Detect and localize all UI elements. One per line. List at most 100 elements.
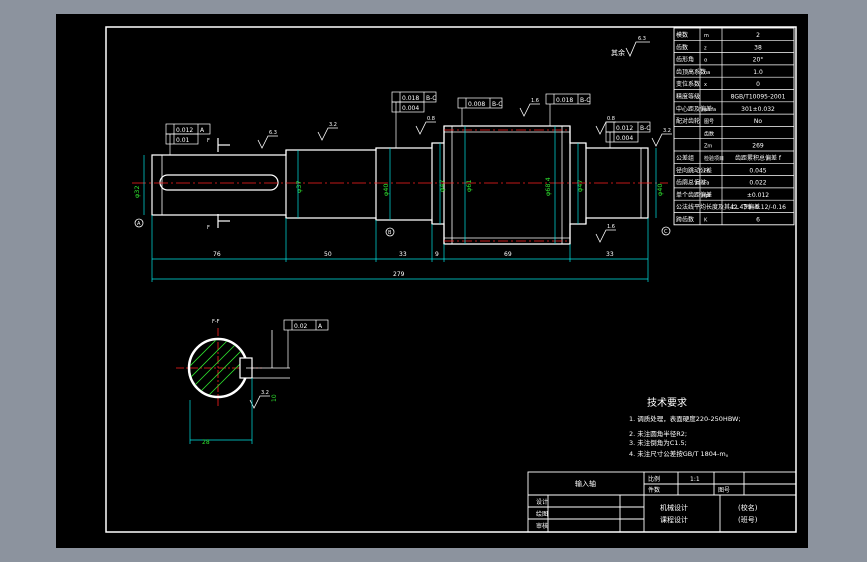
param-value-7: No (754, 118, 762, 125)
param-value-1: 38 (754, 44, 762, 51)
param-sym-13: fpt (704, 193, 711, 199)
dia-40b-label: φ40 (656, 183, 664, 196)
param-sym-6: a±fa (704, 107, 716, 113)
dia-32-label: φ32 (133, 185, 141, 198)
param-value-9: 269 (752, 143, 764, 150)
roughness-value-1: 3.2 (329, 122, 337, 128)
key-width-label: 10 (271, 394, 278, 402)
tol-value-4: 0.008 (468, 101, 485, 108)
param-sym-8: 齿数 (704, 130, 714, 137)
course-name-1: 机械设计 (660, 503, 688, 512)
scale-value: 1:1 (690, 476, 700, 483)
checker-label: 审核 (536, 522, 548, 530)
param-value-15: 6 (756, 217, 760, 224)
designer-label: 设计 (536, 498, 548, 506)
param-name-1: 齿数 (676, 43, 688, 51)
dim-33a: 33 (399, 251, 407, 258)
param-sym-12: Fa (704, 181, 709, 187)
param-name-2: 齿形角 (676, 56, 694, 64)
drafter-label: 绘图 (536, 510, 548, 518)
dim-50: 50 (324, 251, 332, 258)
param-name-7: 配对齿轮 (676, 117, 700, 125)
tech-item-2: 2. 未注圆角半径R2; (629, 429, 687, 438)
roughness-value-4: 0.8 (607, 116, 615, 122)
param-value-5: 8GB/T10095-2001 (731, 94, 786, 101)
roughness-value-7: 3.2 (261, 390, 269, 396)
param-name-3: 齿顶高系数 (676, 68, 706, 76)
surface-finish-value: 6.3 (638, 36, 646, 42)
dim-69: 69 (504, 251, 512, 258)
quantity-label: 件数 (648, 486, 660, 494)
section-letter-top: F (207, 138, 210, 144)
drawing-no-label: 图号 (718, 487, 730, 494)
dim-total: 279 (393, 271, 405, 278)
datum-b-label: B (388, 230, 392, 236)
tech-item-3: 3. 未注倒角为C1.5; (629, 438, 687, 447)
tol-ref-2: B-C (426, 95, 436, 102)
part-name: 输入轴 (575, 479, 596, 488)
roughness-value-3: 1.6 (531, 98, 539, 104)
param-name-10: 公差组 (676, 154, 694, 162)
param-sym-9: Zm (704, 144, 712, 150)
dia-68-label: φ68.4 (544, 177, 552, 196)
dim-33b: 33 (606, 251, 614, 258)
tol-value-7: 0.004 (616, 135, 633, 142)
surface-finish-label: 其余 (611, 48, 625, 57)
tech-item-1: 1. 调质处理，表面硬度220-250HBW; (629, 414, 741, 423)
param-value-11: 0.045 (749, 167, 766, 174)
dia-37-label: φ37 (295, 180, 303, 193)
tol-ref-5: B-C (580, 97, 590, 104)
roughness-value-5: 3.2 (663, 128, 671, 134)
dia-40-label: φ40 (382, 183, 390, 196)
scale-label: 比例 (648, 475, 660, 483)
param-sym-4: x (704, 82, 707, 88)
datum-a-label: A (137, 221, 141, 227)
tol-value-0: 0.012 (176, 127, 193, 134)
tol-value-5: 0.018 (556, 97, 573, 104)
section-letter-bottom: F (207, 225, 210, 231)
param-value-2: 20° (753, 57, 764, 64)
param-sym-1: z (704, 45, 707, 51)
dia-47b-label: φ47 (576, 179, 584, 192)
tol-value-6: 0.012 (616, 125, 633, 132)
param-value-0: 2 (756, 32, 760, 39)
param-value-3: 1.0 (753, 69, 763, 76)
param-value-14: 42.439 -0.12/-0.16 (730, 204, 786, 211)
class-name: (班号) (738, 515, 758, 524)
dim-76: 76 (213, 251, 221, 258)
param-value-12: 0.022 (749, 180, 766, 187)
param-name-15: 跨齿数 (676, 216, 694, 224)
param-sym-7: 图号 (704, 119, 714, 125)
key-depth-label: 28 (202, 439, 210, 446)
roughness-value-6: 1.6 (607, 224, 615, 230)
param-name-4: 变位系数 (676, 80, 700, 88)
tech-item-4: 4. 未注尺寸公差按GB/T 1804-m。 (629, 449, 732, 458)
course-name-2: 课程设计 (660, 515, 688, 524)
tol-ref-4: B-C (492, 101, 502, 108)
param-name-5: 精度等级 (676, 93, 700, 101)
param-value-10: 齿距累积总偏差 f (735, 154, 782, 162)
tol-value-3: 0.004 (402, 105, 419, 112)
param-sym-10: 检验项目 (704, 155, 724, 162)
tol-ref-6: B-C (640, 125, 650, 132)
param-value-4: 0 (756, 81, 760, 88)
drawing-canvas: 其余 6.3 模数 m 2齿数 z 38齿形角 α 20°齿顶高系数ha 1.0变位系数 x 0精… (56, 14, 808, 548)
dim-9: 9 (435, 251, 439, 258)
school-name: (校名) (738, 503, 758, 512)
param-name-12: 齿廓总偏差 (676, 179, 706, 187)
param-value-6: 301±0.032 (741, 106, 775, 113)
param-sym-3: ha (704, 70, 710, 76)
tol-value-8: 0.02 (294, 323, 308, 330)
tech-title: 技术要求 (647, 396, 687, 409)
param-name-0: 模数 (676, 31, 688, 39)
datum-c-label: C (664, 229, 668, 235)
dia-61-label: φ61 (465, 179, 473, 192)
param-value-13: ±0.012 (747, 192, 769, 199)
section-title: F-F (212, 319, 220, 325)
param-sym-0: m (704, 33, 709, 39)
roughness-value-0: 6.3 (269, 130, 277, 136)
dia-47-label: φ47 (438, 179, 446, 192)
tol-value-2: 0.018 (402, 95, 419, 102)
tol-value-1: 0.01 (176, 137, 190, 144)
roughness-value-2: 0.8 (427, 116, 435, 122)
